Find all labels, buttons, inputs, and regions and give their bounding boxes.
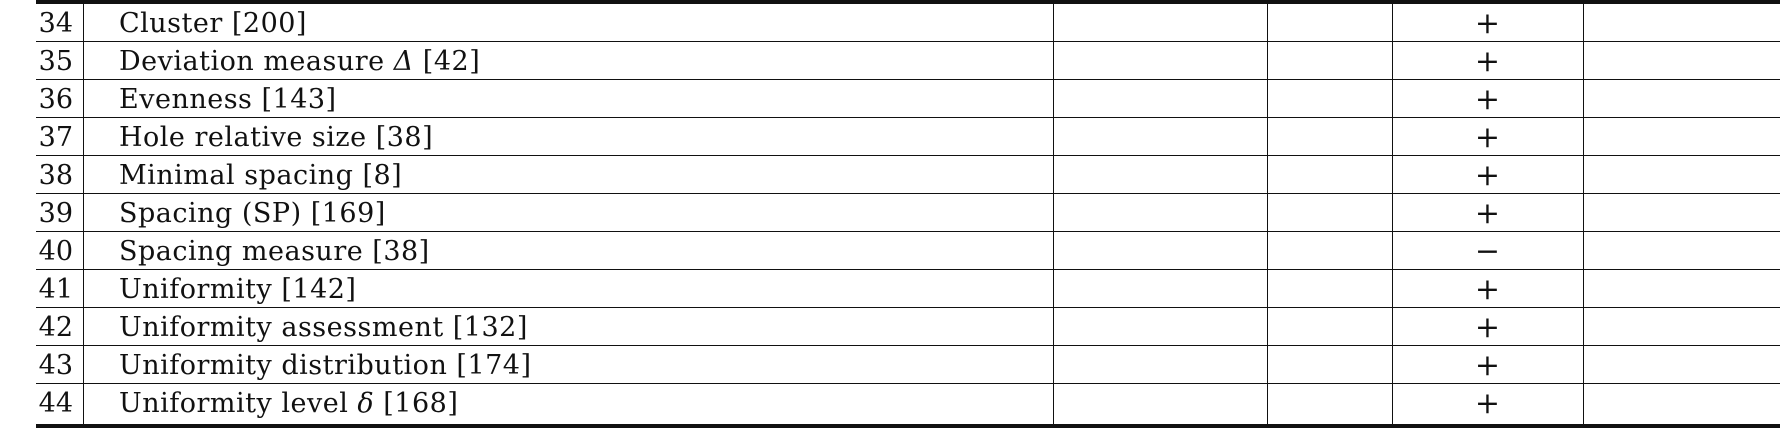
indicator-name: Evenness [143] <box>119 84 337 115</box>
indicator-name: Hole relative size [38] <box>119 122 434 153</box>
property-mark: − <box>1474 234 1501 269</box>
property-mark: + <box>1474 272 1501 307</box>
empty-cell <box>1267 270 1392 308</box>
row-number: 34 <box>38 8 73 39</box>
math-symbol: δ <box>357 388 375 419</box>
empty-cell <box>1583 42 1780 80</box>
empty-cell <box>1053 384 1267 422</box>
empty-cell <box>1267 42 1392 80</box>
row-number: 43 <box>38 350 73 381</box>
empty-cell <box>1053 80 1267 118</box>
indicator-name: Uniformity [142] <box>119 274 357 305</box>
table-row: 42 Uniformity assessment [132] + <box>36 308 1780 346</box>
empty-cell <box>1267 346 1392 384</box>
empty-cell <box>1267 194 1392 232</box>
property-mark: + <box>1474 158 1501 193</box>
table-row: 37 Hole relative size [38] + <box>36 118 1780 156</box>
empty-cell <box>1583 308 1780 346</box>
empty-cell <box>1583 80 1780 118</box>
indicator-name-text: Deviation measure <box>119 46 394 77</box>
property-mark: + <box>1474 44 1501 79</box>
empty-cell <box>1053 270 1267 308</box>
empty-cell <box>1053 308 1267 346</box>
property-mark: + <box>1474 348 1501 383</box>
empty-cell <box>1583 384 1780 422</box>
property-mark: + <box>1474 196 1501 231</box>
empty-cell <box>1583 232 1780 270</box>
empty-cell <box>1267 4 1392 42</box>
table-row: 43 Uniformity distribution [174] + <box>36 346 1780 384</box>
empty-cell <box>1583 270 1780 308</box>
table-row: 40 Spacing measure [38] − <box>36 232 1780 270</box>
row-number: 41 <box>38 274 73 305</box>
indicator-name: Uniformity level δ [168] <box>119 384 1069 422</box>
citation: [168] <box>374 388 459 419</box>
row-number: 36 <box>38 84 73 115</box>
row-number: 40 <box>38 236 73 267</box>
empty-cell <box>1053 194 1267 232</box>
row-number: 42 <box>38 312 73 343</box>
row-number: 44 <box>38 388 73 419</box>
indicator-name: Deviation measure Δ [42] <box>119 42 1069 80</box>
table-row: 39 Spacing (SP) [169] + <box>36 194 1780 232</box>
empty-cell <box>1053 42 1267 80</box>
indicator-name: Cluster [200] <box>119 8 307 39</box>
math-symbol: Δ <box>393 46 414 77</box>
empty-cell <box>1583 194 1780 232</box>
indicator-name: Uniformity assessment [132] <box>119 312 528 343</box>
empty-cell <box>1267 156 1392 194</box>
citation: [42] <box>413 46 481 77</box>
property-mark: + <box>1474 6 1501 41</box>
table-bottom-rule <box>36 424 1780 428</box>
row-number: 38 <box>38 160 73 191</box>
empty-cell <box>1583 118 1780 156</box>
empty-cell <box>1053 232 1267 270</box>
property-mark: + <box>1474 386 1501 421</box>
table-row: 44 Uniformity level δ [168] + <box>36 384 1780 422</box>
column-divider <box>1392 0 1393 428</box>
empty-cell <box>1267 384 1392 422</box>
column-divider <box>1267 0 1268 428</box>
indicator-name: Uniformity distribution [174] <box>119 350 532 381</box>
empty-cell <box>1267 80 1392 118</box>
empty-cell <box>1583 346 1780 384</box>
property-mark: + <box>1474 310 1501 345</box>
column-divider <box>1053 0 1054 428</box>
table-row: 38 Minimal spacing [8] + <box>36 156 1780 194</box>
empty-cell <box>1583 4 1780 42</box>
indicator-name: Spacing (SP) [169] <box>119 198 386 229</box>
indicator-name: Spacing measure [38] <box>119 236 430 267</box>
property-mark: + <box>1474 120 1501 155</box>
column-divider <box>1583 0 1584 428</box>
empty-cell <box>1267 118 1392 156</box>
empty-cell <box>1053 4 1267 42</box>
row-number: 35 <box>38 46 73 77</box>
empty-cell <box>1267 232 1392 270</box>
table-row: 41 Uniformity [142] + <box>36 270 1780 308</box>
empty-cell <box>1053 346 1267 384</box>
table-row: 34 Cluster [200] + <box>36 4 1780 42</box>
indicator-name-text: Uniformity level <box>119 388 358 419</box>
empty-cell <box>1267 308 1392 346</box>
row-number: 37 <box>38 122 73 153</box>
empty-cell <box>1583 156 1780 194</box>
column-divider <box>83 0 84 428</box>
indicator-name: Minimal spacing [8] <box>119 160 403 191</box>
table-row: 35 Deviation measure Δ [42] + <box>36 42 1780 80</box>
table-row: 36 Evenness [143] + <box>36 80 1780 118</box>
indicator-table: 34 Cluster [200] + 35 Deviation measure … <box>36 0 1780 428</box>
empty-cell <box>1053 156 1267 194</box>
empty-cell <box>1053 118 1267 156</box>
row-number: 39 <box>38 198 73 229</box>
property-mark: + <box>1474 82 1501 117</box>
